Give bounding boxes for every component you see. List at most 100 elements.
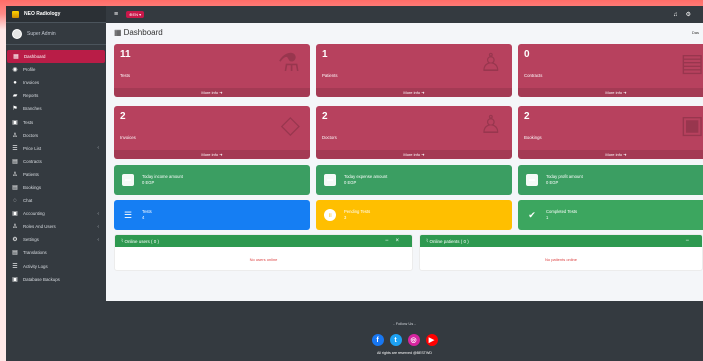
sidebar-item-label: Profile xyxy=(23,67,36,73)
user-injured-icon: ♙ xyxy=(479,49,502,77)
stats-row-1: 11 Tests ⚗ More info ➜ 1 Patients ♙ More… xyxy=(114,44,703,97)
sidebar-item-label: Dashboard xyxy=(24,54,46,60)
dashboard-icon: ▦ xyxy=(13,54,19,61)
today-expense-value: 0 EGP xyxy=(344,180,357,185)
sidebar-item-settings[interactable]: ⚙ Settings ‹ xyxy=(6,233,106,246)
pending-tests-value: 3 xyxy=(344,215,347,220)
more-info-link[interactable]: More info ➜ xyxy=(316,150,512,159)
twitter-icon[interactable]: t xyxy=(389,334,402,346)
avatar xyxy=(12,28,22,39)
sidebar-item-profile[interactable]: ◉ Profile xyxy=(6,63,106,76)
instagram-icon[interactable]: ◎ xyxy=(407,334,420,346)
layers-icon: ◇ xyxy=(280,111,300,139)
sidebar-item-branches[interactable]: ⚑ Branches xyxy=(6,102,106,115)
sidebar-item-label: Patients xyxy=(23,171,39,177)
sidebar-item-activity-logs[interactable]: ☰ Activity Logs xyxy=(6,260,106,273)
today-profit-value: 0 EGP xyxy=(546,180,559,185)
sidebar-item-accounting[interactable]: ▣ Accounting ‹ xyxy=(6,207,106,220)
completed-tests-label: Completed Tests xyxy=(546,209,578,214)
language-label: EN xyxy=(132,12,139,17)
sidebar-item-contracts[interactable]: ▤ Contracts xyxy=(6,155,106,168)
check-double-icon: ✔ xyxy=(528,209,536,220)
online-users-empty: No users online xyxy=(249,257,278,262)
stat-box-bookings: 2 Bookings ▣ More info ➜ xyxy=(518,106,703,159)
sidebar-item-roles-users[interactable]: ♙ Roles And Users ‹ xyxy=(6,220,106,233)
sidebar-item-label: Branches xyxy=(23,106,42,112)
more-info-link[interactable]: More info ➜ xyxy=(316,88,512,97)
more-info-link[interactable]: More info ➜ xyxy=(518,150,703,159)
sidebar-item-label: Doctors xyxy=(23,132,39,138)
sidebar-item-database-backups[interactable]: ▣ Database Backups xyxy=(6,273,106,286)
stat-box-contracts: 0 Contracts ▤ More info ➜ xyxy=(518,44,703,97)
more-info-link[interactable]: More info ➜ xyxy=(518,88,703,97)
sidebar-item-label: Price List xyxy=(23,145,42,151)
online-users-title: Online users ( 0 ) xyxy=(124,238,159,244)
online-users-header: ⌇ Online users ( 0 ) −× xyxy=(115,235,412,247)
translations-icon: ▤ xyxy=(12,250,18,257)
branches-icon: ⚑ xyxy=(12,106,18,113)
collapse-icon[interactable]: − xyxy=(385,238,396,244)
stat-label: Bookings xyxy=(524,135,542,140)
stat-label: Contracts xyxy=(524,73,543,78)
money-icon: ▬ xyxy=(526,174,538,186)
follow-us-label: - Follow Us - xyxy=(393,321,416,326)
sidebar-item-invoices[interactable]: ● Invoices xyxy=(6,76,106,89)
doctor-icon: ♙ xyxy=(479,111,502,139)
facebook-icon[interactable]: f xyxy=(371,334,384,346)
today-income-value: 0 EGP xyxy=(142,180,155,185)
user-panel[interactable]: Super Admin xyxy=(6,23,106,45)
sidebar-item-label: Translations xyxy=(23,250,47,256)
sidebar-item-tests[interactable]: ▣ Tests xyxy=(6,115,106,128)
sidebar-item-dashboard[interactable]: ▦ Dashboard xyxy=(7,50,105,64)
pause-icon: ॥ xyxy=(324,209,336,221)
sidebar-item-label: Contracts xyxy=(23,158,42,164)
roles-users-icon: ♙ xyxy=(12,224,18,231)
invoices-icon: ● xyxy=(13,79,17,86)
sidebar-item-chat[interactable]: ◌ Chat xyxy=(6,194,106,207)
brand[interactable]: NEO Radiology xyxy=(6,6,106,23)
online-patients-card: ⌇ Online patients ( 0 ) − No patients on… xyxy=(419,234,703,271)
patients-icon: ♙ xyxy=(12,171,18,178)
language-dropdown[interactable]: ⊕EN ▾ xyxy=(126,11,145,18)
today-profit-box: ▬ Today profit amount 0 EGP xyxy=(518,165,703,195)
topbar-actions: ♫⚙ xyxy=(673,11,699,18)
chevron-left-icon: ‹ xyxy=(97,145,99,152)
settings-icon[interactable]: ⚙ xyxy=(686,12,699,18)
brand-logo xyxy=(12,10,19,18)
breadcrumb: Das xyxy=(691,30,699,35)
settings-icon: ⚙ xyxy=(12,237,18,244)
sidebar-item-price-list[interactable]: ☰ Price List ‹ xyxy=(6,142,106,155)
tests-status-value: 4 xyxy=(142,215,145,220)
more-info-link[interactable]: More info ➜ xyxy=(114,88,310,97)
price-list-icon: ☰ xyxy=(12,145,18,152)
contracts-icon: ▤ xyxy=(12,158,18,165)
sidebar-item-reports[interactable]: ▰ Reports xyxy=(6,89,106,102)
online-patients-empty: No patients online xyxy=(544,257,578,262)
sidebar-item-translations[interactable]: ▤ Translations xyxy=(6,246,106,259)
stat-value: 2 xyxy=(120,111,126,122)
youtube-icon[interactable]: ▶ xyxy=(425,334,438,346)
close-icon[interactable]: × xyxy=(395,238,406,244)
list-icon: ☰ xyxy=(123,209,133,220)
stat-box-invoices: 2 Invoices ◇ More info ➜ xyxy=(114,106,310,159)
bell-icon[interactable]: ♫ xyxy=(673,12,686,18)
sidebar-item-patients[interactable]: ♙ Patients xyxy=(6,168,106,181)
completed-tests-box: ✔ Completed Tests 1 xyxy=(518,200,703,230)
pending-tests-label: Pending Tests xyxy=(344,209,371,214)
reports-icon: ▰ xyxy=(12,93,18,100)
amounts-row: ▬ Today income amount 0 EGP ▬ Today expen… xyxy=(114,165,703,195)
stat-value: 1 xyxy=(322,49,328,60)
menu-toggle-icon[interactable]: ≡ xyxy=(114,11,118,18)
footer: - Follow Us - f t ◎ ▶ All rights are res… xyxy=(106,301,703,361)
collapse-icon[interactable]: − xyxy=(685,238,696,244)
tests-status-box: ☰ Tests 4 xyxy=(114,200,310,230)
card-tools: −× xyxy=(385,238,406,244)
today-expense-box: ▬ Today expense amount 0 EGP xyxy=(316,165,512,195)
sidebar-nav: ▦ Dashboard ◉ Profile ● Invoices ▰ Reports ⚑… xyxy=(6,45,106,286)
sidebar-item-bookings[interactable]: ▤ Bookings xyxy=(6,181,106,194)
more-info-link[interactable]: More info ➜ xyxy=(114,150,310,159)
sidebar-item-doctors[interactable]: ♙ Doctors xyxy=(6,129,106,142)
stat-label: Patients xyxy=(322,73,338,78)
online-users-card: ⌇ Online users ( 0 ) −× No users online xyxy=(114,234,413,271)
page-header: ▦ Dashboard Das xyxy=(106,23,703,42)
